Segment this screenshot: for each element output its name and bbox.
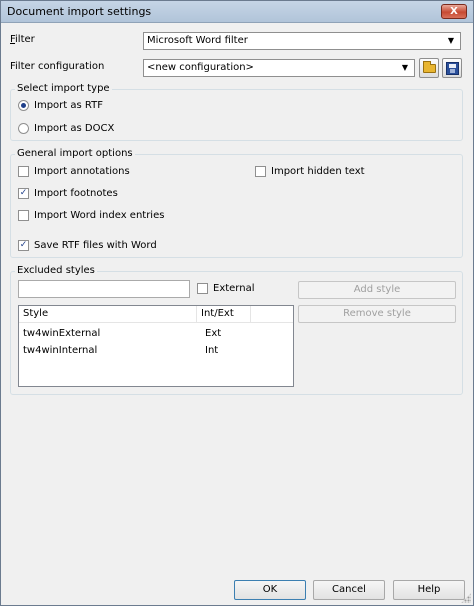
external-label: External xyxy=(213,283,255,294)
import-as-rtf-radio[interactable] xyxy=(18,100,29,111)
close-button[interactable]: X xyxy=(441,4,467,19)
import-word-index-label: Import Word index entries xyxy=(34,210,165,221)
folder-open-icon xyxy=(423,61,436,73)
save-rtf-checkbox[interactable]: ✓ xyxy=(18,240,29,251)
ok-button[interactable]: OK xyxy=(234,580,306,600)
window-title: Document import settings xyxy=(7,5,152,18)
excluded-styles-list[interactable]: Style Int/Ext tw4winExternal Ext tw4winI… xyxy=(18,305,294,387)
chevron-down-icon: ▼ xyxy=(401,63,409,72)
filter-label: Filter xyxy=(10,34,35,45)
dialog-client-area: Filter Microsoft Word filter ▼ Filter co… xyxy=(1,24,473,605)
external-checkbox[interactable] xyxy=(197,283,208,294)
table-row[interactable]: tw4winExternal Ext xyxy=(19,326,293,342)
filter-select-value: Microsoft Word filter xyxy=(147,35,248,46)
import-word-index-checkbox[interactable] xyxy=(18,210,29,221)
import-annotations-checkbox[interactable] xyxy=(18,166,29,177)
column-header-style[interactable]: Style xyxy=(19,306,197,322)
cancel-button[interactable]: Cancel xyxy=(313,580,385,600)
remove-style-button[interactable]: Remove style xyxy=(298,305,456,323)
import-hidden-text-label: Import hidden text xyxy=(271,166,365,177)
import-footnotes-label: Import footnotes xyxy=(34,188,118,199)
style-cell: tw4winInternal xyxy=(23,345,98,356)
add-style-button[interactable]: Add style xyxy=(298,281,456,299)
filter-configuration-select[interactable]: <new configuration> ▼ xyxy=(143,59,415,77)
import-as-docx-radio[interactable] xyxy=(18,123,29,134)
type-cell: Ext xyxy=(205,328,222,339)
style-cell: tw4winExternal xyxy=(23,328,101,339)
save-disk-icon xyxy=(446,62,459,75)
general-options-group-title: General import options xyxy=(15,148,135,159)
open-configuration-button[interactable] xyxy=(419,58,439,78)
document-import-settings-dialog: Document import settings X Filter Micros… xyxy=(0,0,474,606)
list-header: Style Int/Ext xyxy=(19,306,293,323)
excluded-style-input[interactable] xyxy=(18,280,190,298)
import-footnotes-checkbox[interactable]: ✓ xyxy=(18,188,29,199)
table-row[interactable]: tw4winInternal Int xyxy=(19,343,293,359)
import-as-docx-label: Import as DOCX xyxy=(34,123,115,134)
import-type-group-title: Select import type xyxy=(15,83,112,94)
import-annotations-label: Import annotations xyxy=(34,166,130,177)
excluded-styles-group-title: Excluded styles xyxy=(15,265,97,276)
filter-label-rest: ilter xyxy=(15,34,35,45)
chevron-down-icon: ▼ xyxy=(447,36,455,45)
help-button[interactable]: Help xyxy=(393,580,465,600)
filter-configuration-label: Filter configuration xyxy=(10,61,105,72)
filter-configuration-value: <new configuration> xyxy=(147,62,254,73)
column-header-int-ext[interactable]: Int/Ext xyxy=(197,306,251,322)
save-configuration-button[interactable] xyxy=(442,58,462,78)
type-cell: Int xyxy=(205,345,219,356)
save-rtf-label: Save RTF files with Word xyxy=(34,240,157,251)
import-as-rtf-label: Import as RTF xyxy=(34,100,103,111)
import-hidden-text-checkbox[interactable] xyxy=(255,166,266,177)
title-bar[interactable]: Document import settings X xyxy=(1,1,473,23)
filter-select[interactable]: Microsoft Word filter ▼ xyxy=(143,32,461,50)
